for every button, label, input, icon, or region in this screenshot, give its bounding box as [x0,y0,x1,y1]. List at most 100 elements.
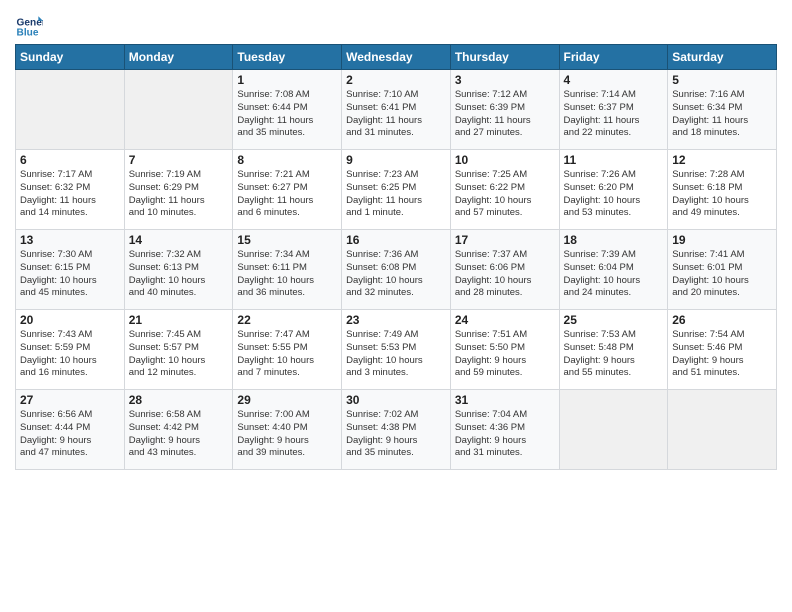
weekday-header-friday: Friday [559,45,668,70]
calendar-week-row: 1 Sunrise: 7:08 AM Sunset: 6:44 PM Daylig… [16,70,777,150]
calendar-day-20: 20 Sunrise: 7:43 AM Sunset: 5:59 PM Dayli… [16,310,125,390]
day-number: 27 [20,393,120,407]
day-info: Sunrise: 7:08 AM Sunset: 6:44 PM Dayligh… [237,89,337,140]
calendar-day-3: 3Sunrise: 7:12 AM Sunset: 6:39 PM Daylig… [450,70,559,150]
calendar-day-30: 30 Sunrise: 7:02 AM Sunset: 4:38 PM Dayli… [342,390,451,470]
calendar-day-8: 8Sunrise: 7:21 AM Sunset: 6:27 PM Daylig… [233,150,342,230]
day-info: Sunrise: 6:58 AM Sunset: 4:42 PM Dayligh… [129,409,229,460]
day-info: Sunrise: 7:34 AM Sunset: 6:11 PM Dayligh… [237,249,337,300]
calendar-day-26: 26 Sunrise: 7:54 AM Sunset: 5:46 PM Dayli… [668,310,777,390]
day-number: 1 [237,73,337,87]
day-number: 25 [564,313,664,327]
calendar-week-row: 6 Sunrise: 7:17 AM Sunset: 6:32 PM Daylig… [16,150,777,230]
weekday-header-sunday: Sunday [16,45,125,70]
calendar-day-6: 6 Sunrise: 7:17 AM Sunset: 6:32 PM Daylig… [16,150,125,230]
calendar-week-row: 27 Sunrise: 6:56 AM Sunset: 4:44 PM Dayli… [16,390,777,470]
day-info: Sunrise: 7:54 AM Sunset: 5:46 PM Dayligh… [672,329,772,380]
day-info: Sunrise: 7:02 AM Sunset: 4:38 PM Dayligh… [346,409,446,460]
day-info: Sunrise: 7:12 AM Sunset: 6:39 PM Dayligh… [455,89,555,140]
calendar-day-24: 24Sunrise: 7:51 AM Sunset: 5:50 PM Dayli… [450,310,559,390]
day-number: 29 [237,393,337,407]
header: General Blue [15,10,777,38]
day-number: 30 [346,393,446,407]
day-number: 21 [129,313,229,327]
day-info: Sunrise: 7:36 AM Sunset: 6:08 PM Dayligh… [346,249,446,300]
calendar-day-14: 14 Sunrise: 7:32 AM Sunset: 6:13 PM Dayli… [124,230,233,310]
calendar-week-row: 13 Sunrise: 7:30 AM Sunset: 6:15 PM Dayli… [16,230,777,310]
calendar-day-5: 5 Sunrise: 7:16 AM Sunset: 6:34 PM Daylig… [668,70,777,150]
day-info: Sunrise: 7:37 AM Sunset: 6:06 PM Dayligh… [455,249,555,300]
calendar-day-1: 1 Sunrise: 7:08 AM Sunset: 6:44 PM Daylig… [233,70,342,150]
svg-text:Blue: Blue [17,28,39,38]
calendar-table: SundayMondayTuesdayWednesdayThursdayFrid… [15,44,777,470]
day-info: Sunrise: 7:30 AM Sunset: 6:15 PM Dayligh… [20,249,120,300]
calendar-day-9: 9 Sunrise: 7:23 AM Sunset: 6:25 PM Daylig… [342,150,451,230]
day-info: Sunrise: 7:41 AM Sunset: 6:01 PM Dayligh… [672,249,772,300]
weekday-header-thursday: Thursday [450,45,559,70]
calendar-day-12: 12 Sunrise: 7:28 AM Sunset: 6:18 PM Dayli… [668,150,777,230]
calendar-day-13: 13 Sunrise: 7:30 AM Sunset: 6:15 PM Dayli… [16,230,125,310]
calendar-day-21: 21 Sunrise: 7:45 AM Sunset: 5:57 PM Dayli… [124,310,233,390]
weekday-header-row: SundayMondayTuesdayWednesdayThursdayFrid… [16,45,777,70]
weekday-header-wednesday: Wednesday [342,45,451,70]
day-number: 7 [129,153,229,167]
calendar-day-25: 25Sunrise: 7:53 AM Sunset: 5:48 PM Dayli… [559,310,668,390]
calendar-day-18: 18Sunrise: 7:39 AM Sunset: 6:04 PM Dayli… [559,230,668,310]
day-info: Sunrise: 7:23 AM Sunset: 6:25 PM Dayligh… [346,169,446,220]
day-info: Sunrise: 7:00 AM Sunset: 4:40 PM Dayligh… [237,409,337,460]
calendar-week-row: 20 Sunrise: 7:43 AM Sunset: 5:59 PM Dayli… [16,310,777,390]
day-info: Sunrise: 7:28 AM Sunset: 6:18 PM Dayligh… [672,169,772,220]
day-info: Sunrise: 7:10 AM Sunset: 6:41 PM Dayligh… [346,89,446,140]
calendar-day-15: 15Sunrise: 7:34 AM Sunset: 6:11 PM Dayli… [233,230,342,310]
day-info: Sunrise: 7:45 AM Sunset: 5:57 PM Dayligh… [129,329,229,380]
day-number: 23 [346,313,446,327]
day-info: Sunrise: 7:43 AM Sunset: 5:59 PM Dayligh… [20,329,120,380]
day-info: Sunrise: 7:04 AM Sunset: 4:36 PM Dayligh… [455,409,555,460]
day-info: Sunrise: 7:14 AM Sunset: 6:37 PM Dayligh… [564,89,664,140]
day-info: Sunrise: 7:16 AM Sunset: 6:34 PM Dayligh… [672,89,772,140]
day-info: Sunrise: 7:51 AM Sunset: 5:50 PM Dayligh… [455,329,555,380]
day-number: 19 [672,233,772,247]
calendar-day-22: 22 Sunrise: 7:47 AM Sunset: 5:55 PM Dayli… [233,310,342,390]
logo-icon: General Blue [15,10,43,38]
logo: General Blue [15,10,47,38]
calendar-empty-cell [668,390,777,470]
day-number: 14 [129,233,229,247]
weekday-header-monday: Monday [124,45,233,70]
calendar-day-29: 29 Sunrise: 7:00 AM Sunset: 4:40 PM Dayli… [233,390,342,470]
weekday-header-tuesday: Tuesday [233,45,342,70]
day-info: Sunrise: 7:19 AM Sunset: 6:29 PM Dayligh… [129,169,229,220]
day-number: 18 [564,233,664,247]
calendar-day-11: 11Sunrise: 7:26 AM Sunset: 6:20 PM Dayli… [559,150,668,230]
day-info: Sunrise: 7:17 AM Sunset: 6:32 PM Dayligh… [20,169,120,220]
day-number: 20 [20,313,120,327]
calendar-day-10: 10Sunrise: 7:25 AM Sunset: 6:22 PM Dayli… [450,150,559,230]
day-number: 9 [346,153,446,167]
calendar-day-7: 7 Sunrise: 7:19 AM Sunset: 6:29 PM Daylig… [124,150,233,230]
calendar-day-28: 28 Sunrise: 6:58 AM Sunset: 4:42 PM Dayli… [124,390,233,470]
calendar-day-16: 16 Sunrise: 7:36 AM Sunset: 6:08 PM Dayli… [342,230,451,310]
calendar-day-19: 19 Sunrise: 7:41 AM Sunset: 6:01 PM Dayli… [668,230,777,310]
day-number: 28 [129,393,229,407]
day-info: Sunrise: 6:56 AM Sunset: 4:44 PM Dayligh… [20,409,120,460]
calendar-day-23: 23 Sunrise: 7:49 AM Sunset: 5:53 PM Dayli… [342,310,451,390]
day-number: 2 [346,73,446,87]
day-number: 5 [672,73,772,87]
day-info: Sunrise: 7:32 AM Sunset: 6:13 PM Dayligh… [129,249,229,300]
day-info: Sunrise: 7:47 AM Sunset: 5:55 PM Dayligh… [237,329,337,380]
calendar-empty-cell [16,70,125,150]
day-number: 12 [672,153,772,167]
calendar-day-2: 2 Sunrise: 7:10 AM Sunset: 6:41 PM Daylig… [342,70,451,150]
day-number: 6 [20,153,120,167]
day-number: 13 [20,233,120,247]
day-number: 26 [672,313,772,327]
calendar-day-27: 27 Sunrise: 6:56 AM Sunset: 4:44 PM Dayli… [16,390,125,470]
page-container: General Blue SundayMondayTuesdayWednesda… [0,0,792,480]
calendar-empty-cell [559,390,668,470]
day-number: 10 [455,153,555,167]
calendar-empty-cell [124,70,233,150]
day-number: 22 [237,313,337,327]
day-number: 31 [455,393,555,407]
day-number: 16 [346,233,446,247]
day-info: Sunrise: 7:49 AM Sunset: 5:53 PM Dayligh… [346,329,446,380]
